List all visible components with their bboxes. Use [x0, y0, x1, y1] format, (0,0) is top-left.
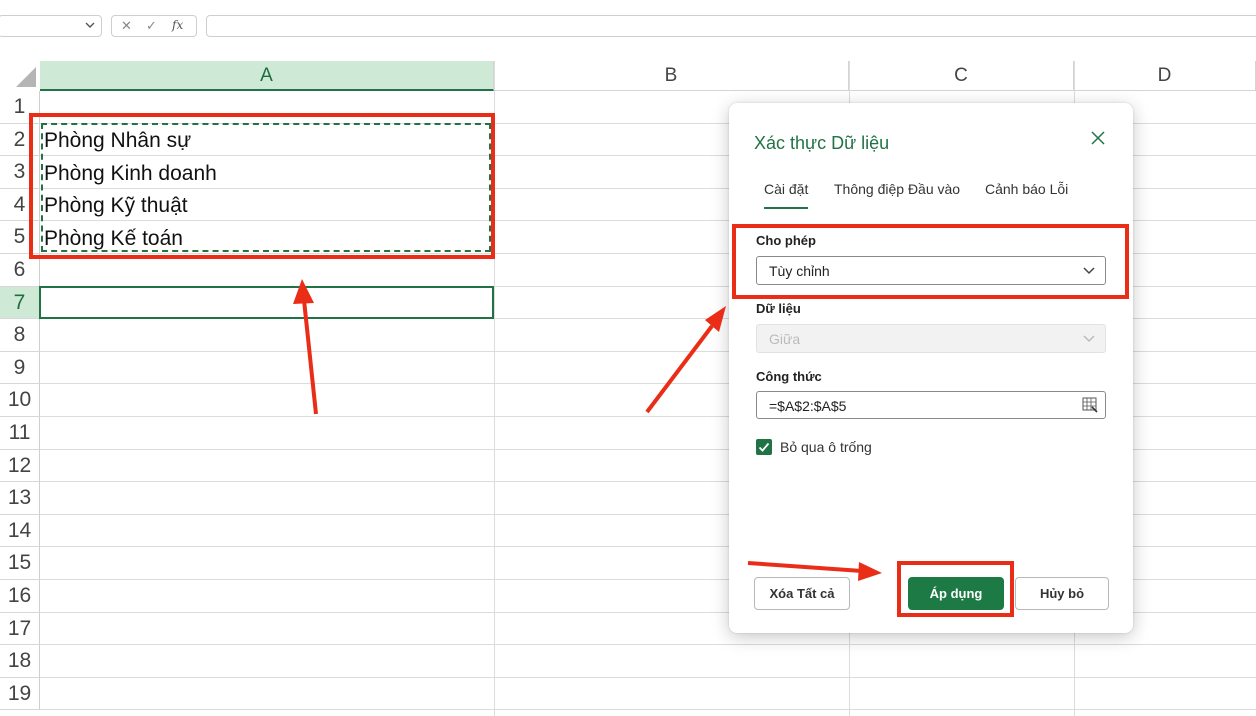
annotation-arrows [293, 279, 882, 581]
